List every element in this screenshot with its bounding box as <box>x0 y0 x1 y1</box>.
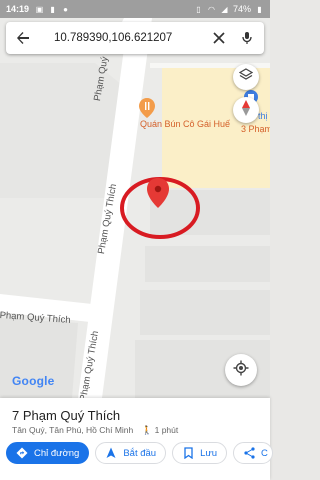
vibrate-icon: ▯ <box>196 4 201 14</box>
directions-icon <box>16 447 28 459</box>
compass-button[interactable] <box>233 97 259 123</box>
arrow-left-icon[interactable] <box>12 27 34 49</box>
battery-icon: ▮ <box>257 4 262 14</box>
walk-time: 1 phút <box>154 425 179 435</box>
place-title: 7 Phạm Quý Thích <box>12 408 121 423</box>
share-icon <box>243 447 255 459</box>
status-bar: 14:19 ▣ ▮ ● ▯ ◠ ◢ 74% ▮ <box>0 0 270 18</box>
close-icon[interactable] <box>208 27 230 49</box>
map-view[interactable]: Phạm Quý Thích Phạm Quý Thích Phạm Quý T… <box>0 18 270 398</box>
navigation-icon <box>105 447 117 459</box>
signal-icon: ◢ <box>221 4 228 14</box>
search-bar[interactable]: 10.789390,106.621207 <box>6 22 264 54</box>
map-canvas <box>0 18 270 398</box>
my-location-button[interactable] <box>225 354 257 386</box>
compass-icon <box>241 99 251 121</box>
action-bar: Chỉ đường Bắt đầu Lưu C <box>6 442 273 464</box>
microphone-icon[interactable] <box>236 27 258 49</box>
battery-percent: 74% <box>232 4 251 14</box>
wifi-icon: ◠ <box>207 4 215 14</box>
google-logo: Google <box>12 374 55 388</box>
poi-partial-label: 3 Phạm <box>241 124 270 134</box>
status-time: 14:19 <box>6 4 30 14</box>
chat-icon: ● <box>63 4 68 14</box>
poi-partial-label: thị <box>258 111 268 121</box>
start-button[interactable]: Bắt đầu <box>95 442 167 464</box>
layers-icon <box>238 67 254 87</box>
bookmark-icon <box>182 447 194 459</box>
save-button[interactable]: Lưu <box>172 442 228 464</box>
image-icon: ▣ <box>35 4 44 14</box>
place-subtitle: Tân Quý, Tân Phú, Hồ Chí Minh 🚶 1 phút <box>12 425 179 435</box>
my-location-icon <box>233 360 249 381</box>
poi-label[interactable]: Quán Bún Cô Gái Huế <box>140 119 230 129</box>
walk-icon: 🚶 <box>141 425 153 435</box>
directions-button[interactable]: Chỉ đường <box>6 442 90 464</box>
layers-button[interactable] <box>233 64 259 90</box>
share-button[interactable]: C <box>233 442 273 464</box>
place-sheet[interactable]: 7 Phạm Quý Thích Tân Quý, Tân Phú, Hồ Ch… <box>0 398 273 480</box>
lock-icon: ▮ <box>50 4 55 14</box>
search-input[interactable]: 10.789390,106.621207 <box>34 32 202 44</box>
